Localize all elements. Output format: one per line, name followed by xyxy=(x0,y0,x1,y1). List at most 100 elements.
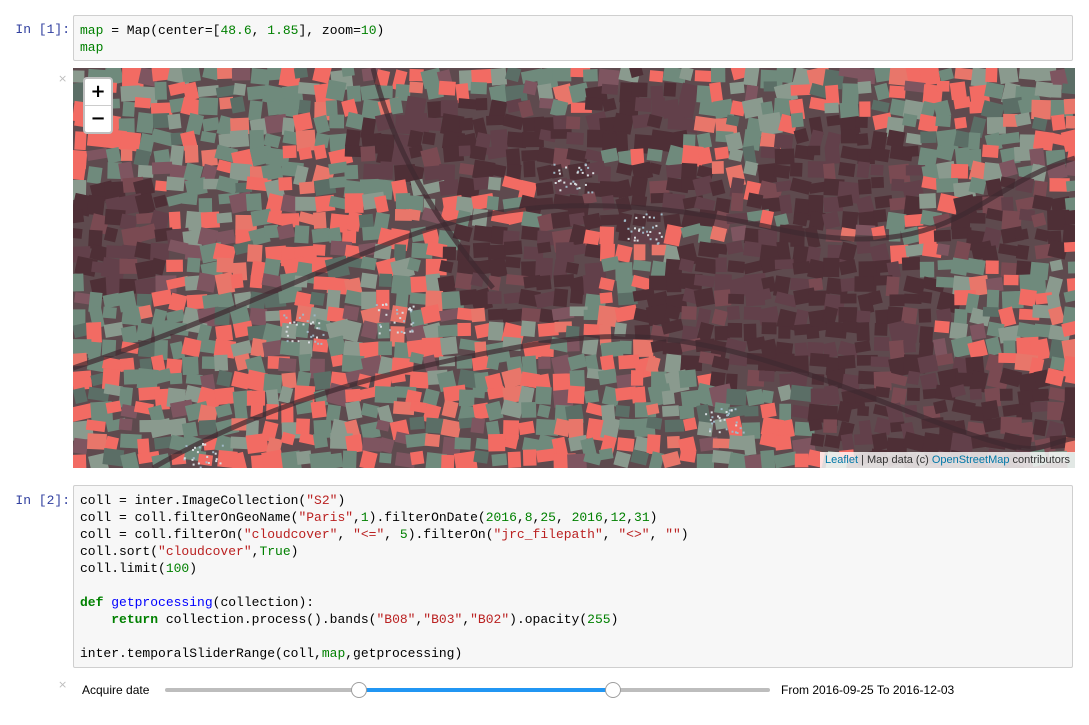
urban-pixel xyxy=(623,219,626,222)
zoom-out-button[interactable]: − xyxy=(85,105,111,132)
field-patch xyxy=(1065,179,1075,192)
urban-pixel xyxy=(634,236,636,239)
field-patch xyxy=(247,100,263,122)
field-patch xyxy=(808,418,823,432)
urban-pixel xyxy=(735,431,737,434)
urban-pixel xyxy=(655,238,658,241)
code-token: "cloudcover" xyxy=(243,527,338,542)
openstreetmap-link[interactable]: OpenStreetMap xyxy=(932,454,1010,466)
field-patch xyxy=(565,116,581,130)
field-patch xyxy=(902,145,920,158)
code-token: 25 xyxy=(540,510,556,525)
field-patch xyxy=(1018,288,1037,307)
map-attribution: Leaflet | Map data (c) OpenStreetMap con… xyxy=(820,452,1075,468)
zoom-in-button[interactable]: + xyxy=(85,79,111,105)
urban-pixel xyxy=(630,230,633,233)
urban-pixel xyxy=(642,226,645,229)
field-patch xyxy=(409,450,425,466)
field-patch xyxy=(438,80,456,96)
field-patch xyxy=(249,307,268,326)
urban-pixel xyxy=(318,322,321,325)
urban-pixel xyxy=(285,330,288,333)
field-patch xyxy=(854,433,873,446)
field-patch xyxy=(694,256,718,274)
field-patch xyxy=(490,68,508,86)
field-patch xyxy=(485,420,500,437)
field-patch xyxy=(951,163,969,179)
urban-pixel xyxy=(385,303,388,306)
field-patch xyxy=(262,339,283,358)
field-patch xyxy=(618,229,632,242)
field-patch xyxy=(120,149,133,161)
field-patch xyxy=(646,210,661,222)
output-close-icon[interactable]: × xyxy=(58,678,67,691)
field-patch xyxy=(420,304,442,325)
urban-pixel xyxy=(219,462,222,465)
code-token: collection.process().bands( xyxy=(158,612,377,627)
field-patch xyxy=(935,113,952,128)
field-patch xyxy=(73,437,89,455)
field-patch xyxy=(358,213,374,229)
code-token: 100 xyxy=(165,561,190,576)
field-patch xyxy=(502,308,524,323)
field-patch xyxy=(309,451,333,468)
field-patch xyxy=(326,404,342,422)
field-patch xyxy=(746,192,764,209)
field-patch xyxy=(985,68,998,83)
field-patch xyxy=(73,273,84,292)
field-patch xyxy=(902,113,918,128)
field-patch xyxy=(344,145,362,158)
field-patch xyxy=(442,246,457,261)
urban-pixel xyxy=(286,334,289,337)
field-patch xyxy=(325,100,338,117)
code-token: coll = coll.filterOn( xyxy=(80,527,244,542)
field-patch xyxy=(440,418,462,438)
field-patch xyxy=(632,259,652,272)
field-patch xyxy=(565,261,580,275)
field-patch xyxy=(168,211,181,230)
code-line: map = Map(center=[48.6, 1.85], zoom=10) xyxy=(80,22,1066,39)
urban-pixel xyxy=(705,413,708,416)
slider-start-handle[interactable] xyxy=(350,682,367,698)
code-token: map xyxy=(321,646,346,661)
slider-end-handle[interactable] xyxy=(604,682,621,698)
urban-pixel xyxy=(378,332,381,335)
urban-pixel xyxy=(709,430,712,433)
urban-pixel xyxy=(317,342,320,345)
slider-readout: From 2016-09-25 To 2016-12-03 xyxy=(781,683,955,697)
field-patch xyxy=(840,129,859,144)
field-patch xyxy=(118,418,133,431)
cell-1-code-input[interactable]: map = Map(center=[48.6, 1.85], zoom=10) m… xyxy=(73,15,1073,61)
field-patch xyxy=(137,164,154,178)
field-patch xyxy=(856,161,870,179)
urban-pixel xyxy=(711,416,714,419)
field-patch xyxy=(378,341,392,356)
field-patch xyxy=(981,144,999,158)
field-patch xyxy=(470,417,486,434)
urban-pixel xyxy=(730,409,733,412)
field-patch xyxy=(917,354,939,374)
field-patch xyxy=(727,260,745,274)
satellite-map[interactable]: + − Leaflet | Map data (c) OpenStreetMap… xyxy=(73,68,1075,468)
urban-pixel xyxy=(592,172,595,175)
field-patch xyxy=(856,310,871,323)
field-patch xyxy=(601,83,619,95)
field-patch xyxy=(682,417,698,432)
field-patch xyxy=(615,131,629,152)
leaflet-link[interactable]: Leaflet xyxy=(825,454,858,466)
code-token: True xyxy=(259,544,291,559)
field-patch xyxy=(774,148,795,165)
field-patch xyxy=(840,293,857,304)
urban-pixel xyxy=(578,166,581,169)
output-close-icon[interactable]: × xyxy=(58,72,67,85)
field-patch xyxy=(122,101,136,117)
field-patch xyxy=(536,241,552,254)
cell-2-code-input[interactable]: coll = inter.ImageCollection("S2") coll =… xyxy=(73,485,1073,668)
urban-pixel xyxy=(633,239,636,242)
field-patch xyxy=(810,388,827,405)
field-patch xyxy=(312,211,327,229)
field-patch xyxy=(871,176,885,189)
field-patch xyxy=(312,432,329,449)
slider-track[interactable] xyxy=(165,682,770,698)
